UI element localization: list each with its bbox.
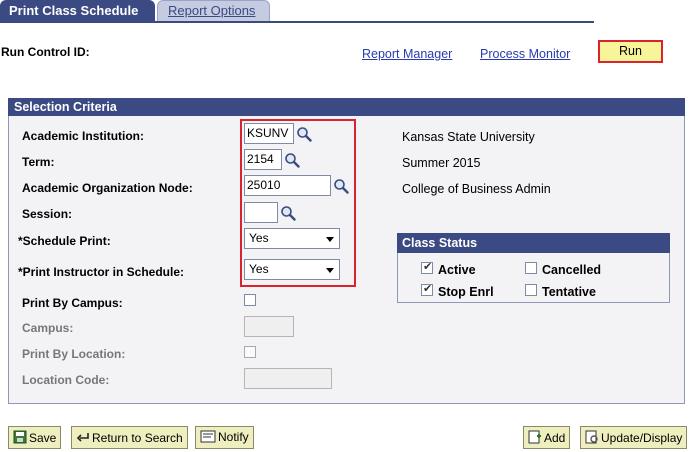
print-by-campus-checkbox[interactable]: [244, 294, 256, 306]
cancelled-checkbox[interactable]: [525, 262, 537, 274]
print-by-campus-label: Print By Campus:: [22, 296, 123, 310]
floppy-icon: [13, 430, 27, 444]
notify-button[interactable]: Notify: [195, 426, 254, 449]
tab-underline: [0, 21, 594, 23]
process-monitor-link[interactable]: Process Monitor: [480, 47, 570, 61]
academic-institution-label: Academic Institution:: [22, 129, 145, 143]
checkmark-icon: ✔: [423, 261, 433, 273]
add-icon: [528, 430, 541, 444]
stop-enrl-checkbox[interactable]: ✔: [421, 283, 433, 296]
update-display-icon: [585, 430, 598, 444]
class-status-title: Class Status: [397, 233, 670, 253]
update-display-label: Update/Display: [601, 431, 683, 445]
stop-enrl-label: Stop Enrl: [438, 285, 494, 299]
print-by-location-label: Print By Location:: [22, 347, 126, 361]
print-instructor-label: *Print Instructor in Schedule:: [18, 265, 185, 279]
checkmark-icon: ✔: [423, 283, 433, 295]
campus-input[interactable]: [244, 316, 294, 337]
save-label: Save: [29, 431, 57, 445]
tab-label: Report Options: [168, 3, 256, 18]
selection-criteria-title: Selection Criteria: [8, 98, 685, 116]
institution-description: Kansas State University: [402, 130, 535, 144]
run-control-label: Run Control ID:: [1, 45, 90, 59]
org-node-description: College of Business Admin: [402, 182, 551, 196]
notify-icon: [200, 430, 216, 443]
save-button[interactable]: Save: [8, 426, 62, 449]
notify-label: Notify: [218, 430, 249, 444]
add-label: Add: [544, 431, 566, 445]
cancelled-label: Cancelled: [542, 263, 602, 277]
org-node-label: Academic Organization Node:: [22, 181, 193, 195]
tab-report-options[interactable]: Report Options: [157, 0, 270, 22]
tab-print-class-schedule[interactable]: Print Class Schedule: [0, 0, 155, 22]
schedule-print-label: *Schedule Print:: [18, 234, 111, 248]
active-checkbox[interactable]: ✔: [421, 261, 433, 274]
add-button[interactable]: Add: [523, 426, 571, 449]
return-to-search-button[interactable]: Return to Search: [71, 426, 188, 449]
tentative-label: Tentative: [542, 285, 596, 299]
campus-label: Campus:: [22, 321, 74, 335]
run-button[interactable]: Run: [598, 40, 663, 63]
return-arrow-icon: [76, 433, 89, 442]
print-by-location-checkbox[interactable]: [244, 346, 256, 358]
return-to-search-label: Return to Search: [92, 431, 183, 445]
highlight-box: [240, 119, 356, 287]
term-description: Summer 2015: [402, 156, 481, 170]
report-manager-link[interactable]: Report Manager: [362, 47, 452, 61]
location-code-label: Location Code:: [22, 373, 110, 387]
tentative-checkbox[interactable]: [525, 284, 537, 296]
location-code-input[interactable]: [244, 368, 332, 389]
active-label: Active: [438, 263, 476, 277]
session-label: Session:: [22, 207, 73, 221]
tab-label: Print Class Schedule: [9, 3, 139, 18]
update-display-button[interactable]: Update/Display: [580, 426, 688, 449]
term-label: Term:: [22, 155, 55, 169]
